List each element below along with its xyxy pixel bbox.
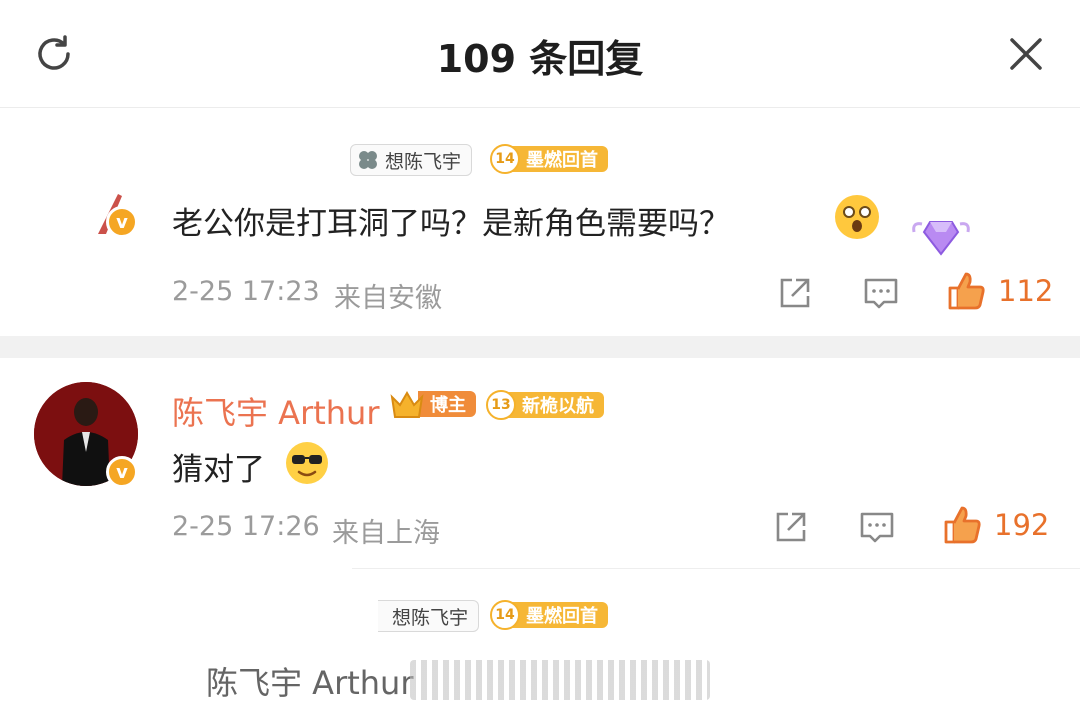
user-tag-label: 想陈飞宇 bbox=[385, 150, 462, 173]
comment-location: 来自安徽 bbox=[334, 283, 442, 314]
header: 109 条回复 bbox=[0, 0, 1080, 108]
comment-location: 来自上海 bbox=[332, 518, 440, 549]
comment-time: 2-25 17:26 bbox=[172, 511, 320, 542]
user-name[interactable]: 陈飞宇 Arthur bbox=[172, 388, 380, 434]
close-icon bbox=[1010, 38, 1042, 70]
comment-button[interactable] bbox=[858, 508, 896, 546]
share-icon bbox=[776, 512, 806, 542]
comment-text: 猜对了 bbox=[172, 452, 265, 488]
like-count: 112 bbox=[998, 274, 1054, 308]
comment-button[interactable] bbox=[862, 274, 900, 312]
fan-badge[interactable]: 14 墨燃回首 bbox=[490, 600, 608, 630]
comment-text: 老公你是打耳洞了吗？是新角色需要吗？ bbox=[172, 206, 730, 242]
fan-level: 13 bbox=[486, 390, 516, 420]
user-tag[interactable]: 想陈飞宇 bbox=[378, 600, 480, 632]
comment-icon bbox=[860, 512, 894, 543]
like-button[interactable]: 112 bbox=[946, 270, 1053, 312]
like-icon bbox=[948, 272, 985, 310]
fan-level: 14 bbox=[490, 600, 520, 630]
like-icon bbox=[944, 506, 981, 544]
like-button[interactable]: 192 bbox=[942, 504, 1049, 546]
close-button[interactable] bbox=[996, 24, 1056, 84]
comment-icon bbox=[864, 278, 898, 309]
fan-badge[interactable]: 14 墨燃回首 bbox=[490, 144, 608, 174]
fan-label: 新桅以航 bbox=[508, 392, 604, 418]
blogger-badge: 博主 bbox=[388, 389, 476, 419]
blogger-label: 博主 bbox=[418, 391, 476, 417]
share-button[interactable] bbox=[776, 274, 814, 312]
fan-badge[interactable]: 13 新桅以航 bbox=[486, 390, 604, 420]
share-button[interactable] bbox=[772, 508, 810, 546]
fan-level: 14 bbox=[490, 144, 520, 174]
page-title: 109 条回复 bbox=[436, 37, 644, 81]
verified-icon: v bbox=[106, 206, 138, 238]
sunglasses-emoji-icon bbox=[286, 442, 328, 484]
user-tag[interactable]: 想陈飞宇 bbox=[350, 144, 473, 176]
clover-icon bbox=[359, 151, 377, 169]
surprised-emoji-icon bbox=[835, 195, 879, 239]
like-count: 192 bbox=[994, 508, 1050, 542]
comment-time: 2-25 17:23 bbox=[172, 276, 320, 307]
separator-line bbox=[352, 568, 1080, 569]
section-divider bbox=[0, 336, 1080, 358]
fan-label: 墨燃回首 bbox=[512, 146, 608, 172]
user-name[interactable]: 陈飞宇 Arthur bbox=[206, 658, 414, 704]
fan-label: 墨燃回首 bbox=[512, 602, 608, 628]
verified-icon: v bbox=[106, 456, 138, 488]
crown-icon bbox=[388, 387, 426, 421]
diamond-badge-icon bbox=[912, 221, 970, 256]
share-icon bbox=[780, 278, 810, 308]
user-tag-label: 想陈飞宇 bbox=[392, 606, 469, 629]
watermark bbox=[410, 660, 710, 700]
